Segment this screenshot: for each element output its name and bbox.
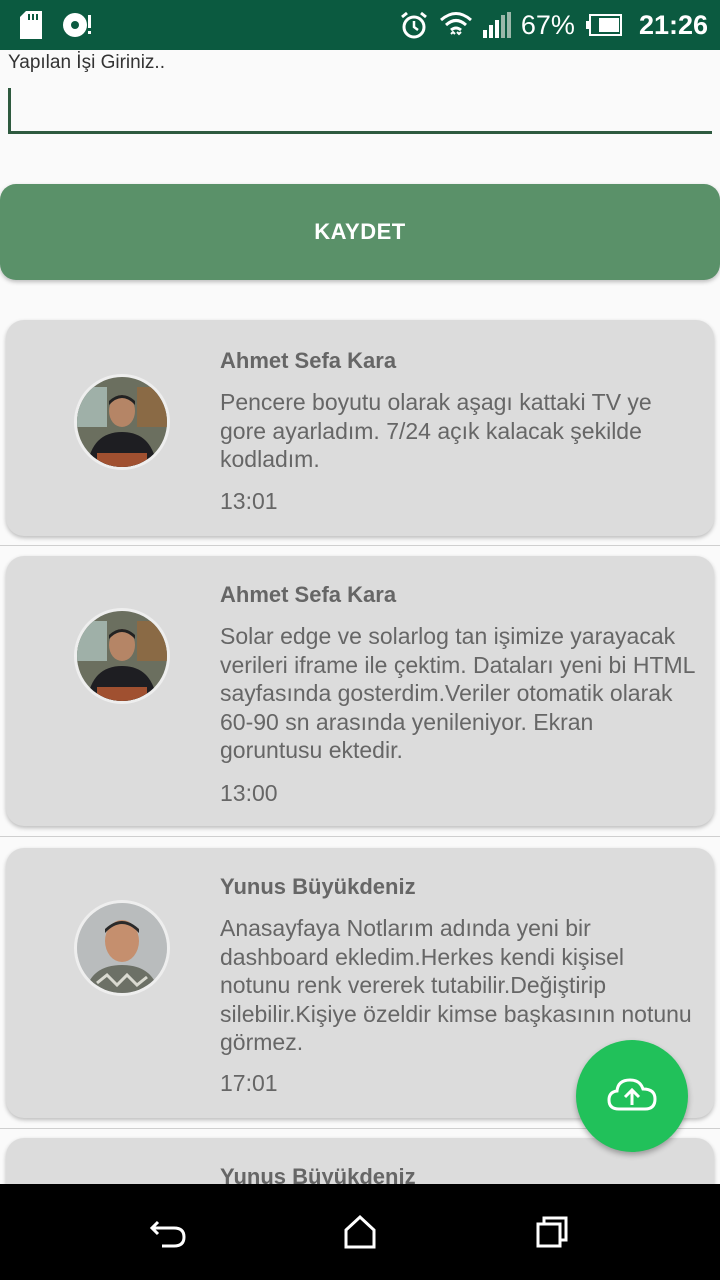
divider <box>0 836 720 837</box>
disc-alert-icon <box>62 11 94 39</box>
signal-icon <box>482 12 511 38</box>
status-bar: 67% 21:26 <box>0 0 720 50</box>
entry-message: Solar edge ve solarlog tan işimize yaray… <box>220 623 695 763</box>
entry-time: 13:00 <box>220 780 278 806</box>
avatar <box>74 608 170 704</box>
battery-percent: 67% <box>520 9 575 40</box>
cloud-upload-icon <box>606 1075 658 1118</box>
wifi-icon <box>439 10 473 40</box>
input-label: Yapılan İşi Giriniz.. <box>8 52 165 73</box>
upload-fab[interactable] <box>576 1040 688 1152</box>
entry-author: Ahmet Sefa Kara <box>220 582 397 607</box>
list-item[interactable]: Ahmet Sefa Kara Solar edge ve solarlog t… <box>6 556 714 826</box>
battery-icon <box>585 14 623 36</box>
sd-card-icon <box>20 11 42 39</box>
entry-time: 17:01 <box>220 1070 278 1096</box>
navigation-bar <box>0 1184 720 1280</box>
list-item[interactable]: Ahmet Sefa Kara Pencere boyutu olarak aş… <box>6 320 714 536</box>
entry-author: Yunus Büyükdeniz <box>220 874 416 899</box>
recent-apps-icon[interactable] <box>532 1212 572 1252</box>
entry-time: 13:01 <box>220 488 278 514</box>
entry-message: Pencere boyutu olarak aşagı kattaki TV y… <box>220 389 652 472</box>
back-icon[interactable] <box>148 1212 188 1252</box>
clock: 21:26 <box>638 9 708 40</box>
text-cursor <box>8 88 11 132</box>
save-button[interactable]: KAYDET <box>0 184 720 280</box>
entry-author: Ahmet Sefa Kara <box>220 348 397 373</box>
home-icon[interactable] <box>340 1212 380 1252</box>
avatar <box>74 900 170 996</box>
entry-message: Anasayfaya Notlarım adında yeni bir dash… <box>220 915 692 1055</box>
alarm-icon <box>399 10 429 40</box>
avatar <box>74 374 170 470</box>
divider <box>0 545 720 546</box>
task-input[interactable] <box>8 86 712 134</box>
